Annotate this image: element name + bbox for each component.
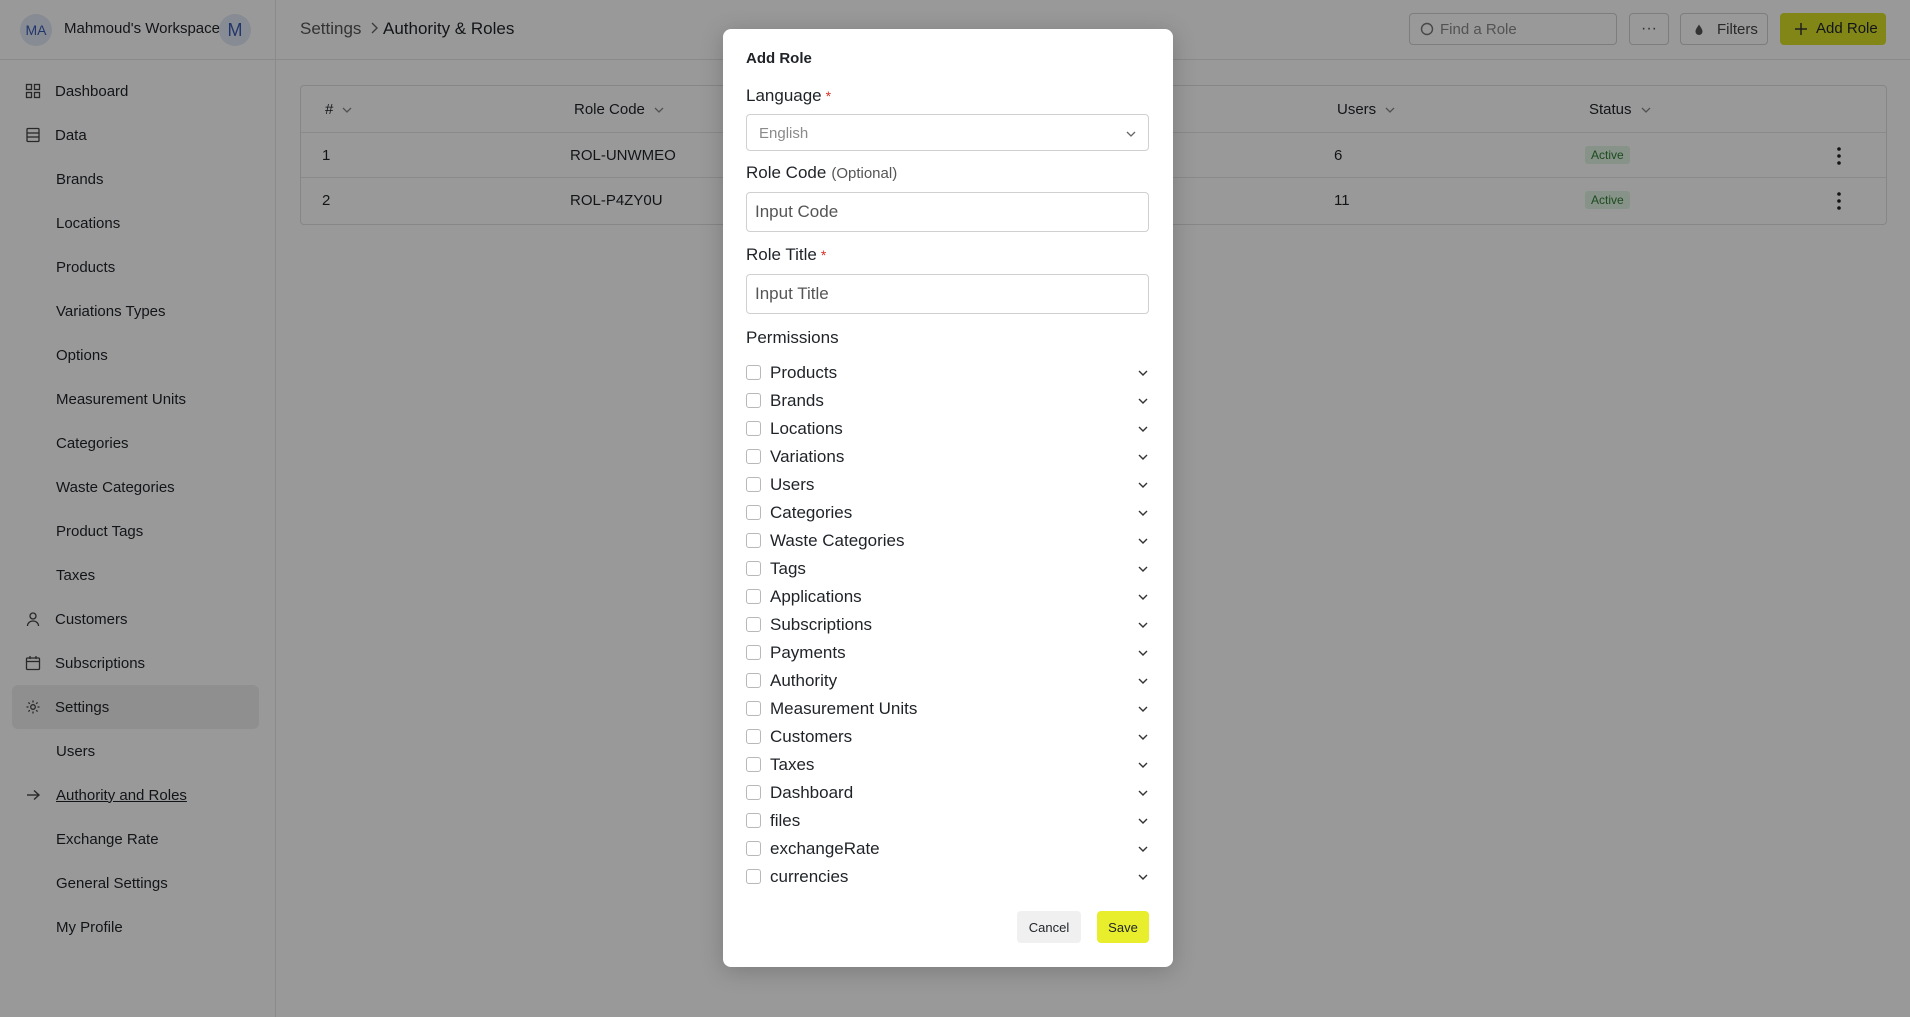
permission-label: Products (770, 363, 838, 382)
save-button[interactable]: Save (1097, 911, 1149, 943)
chevron-down-icon[interactable] (1137, 619, 1149, 631)
required-marker: * (820, 247, 827, 263)
permission-checkbox[interactable] (746, 561, 761, 576)
permission-label: Subscriptions (770, 615, 873, 634)
chevron-down-icon[interactable] (1137, 703, 1149, 715)
permission-checkbox[interactable] (746, 449, 761, 464)
language-select[interactable]: English (746, 114, 1149, 151)
role-title-label-text: Role Title (746, 245, 817, 264)
chevron-down-icon[interactable] (1137, 451, 1149, 463)
permission-checkbox[interactable] (746, 421, 761, 436)
required-marker: * (825, 88, 832, 104)
permission-label: exchangeRate (770, 839, 880, 858)
permission-label: Applications (770, 587, 862, 606)
role-code-label-text: Role Code (746, 163, 827, 182)
chevron-down-icon[interactable] (1137, 367, 1149, 379)
chevron-down-icon[interactable] (1137, 843, 1149, 855)
chevron-down-icon[interactable] (1137, 759, 1149, 771)
chevron-down-icon[interactable] (1137, 675, 1149, 687)
permission-checkbox[interactable] (746, 393, 761, 408)
permission-label: Users (770, 475, 815, 494)
permission-label: Locations (770, 419, 843, 438)
permission-row-variations[interactable]: Variations (746, 445, 1149, 469)
permission-row-applications[interactable]: Applications (746, 585, 1149, 609)
optional-marker: (Optional) (831, 165, 898, 182)
permission-checkbox[interactable] (746, 785, 761, 800)
permission-label: files (770, 811, 801, 830)
modal-title: Add Role (746, 50, 812, 67)
chevron-down-icon[interactable] (1137, 787, 1149, 799)
permission-row-authority[interactable]: Authority (746, 669, 1149, 693)
language-select-value: English (759, 125, 809, 142)
permission-row-files[interactable]: files (746, 809, 1149, 833)
permission-label: currencies (770, 867, 849, 886)
chevron-down-icon[interactable] (1137, 563, 1149, 575)
permission-label: Taxes (770, 755, 815, 774)
permission-checkbox[interactable] (746, 701, 761, 716)
chevron-down-icon[interactable] (1137, 535, 1149, 547)
permission-label: Dashboard (770, 783, 854, 802)
permission-row-taxes[interactable]: Taxes (746, 753, 1149, 777)
chevron-down-icon[interactable] (1137, 395, 1149, 407)
permission-checkbox[interactable] (746, 841, 761, 856)
permission-row-locations[interactable]: Locations (746, 417, 1149, 441)
permission-row-subscriptions[interactable]: Subscriptions (746, 613, 1149, 637)
permission-row-payments[interactable]: Payments (746, 641, 1149, 665)
cancel-button[interactable]: Cancel (1017, 911, 1081, 943)
permission-row-exchange-rate[interactable]: exchangeRate (746, 837, 1149, 861)
permission-checkbox[interactable] (746, 505, 761, 520)
chevron-down-icon[interactable] (1137, 647, 1149, 659)
permission-label: Customers (770, 727, 853, 746)
permission-checkbox[interactable] (746, 813, 761, 828)
permission-label: Payments (770, 643, 846, 662)
permission-label: Brands (770, 391, 824, 410)
permission-checkbox[interactable] (746, 645, 761, 660)
permission-row-tags[interactable]: Tags (746, 557, 1149, 581)
permission-label: Authority (770, 671, 838, 690)
role-code-input[interactable] (746, 192, 1149, 232)
permission-label: Variations (770, 447, 845, 466)
language-label: Language * (746, 86, 831, 106)
chevron-down-icon[interactable] (1137, 479, 1149, 491)
chevron-down-icon[interactable] (1137, 871, 1149, 883)
permissions-label: Permissions (746, 328, 839, 347)
chevron-down-icon[interactable] (1137, 423, 1149, 435)
chevron-down-icon[interactable] (1137, 815, 1149, 827)
permission-label: Measurement Units (770, 699, 918, 718)
permission-label: Tags (770, 559, 806, 578)
permission-row-dashboard[interactable]: Dashboard (746, 781, 1149, 805)
permission-row-categories[interactable]: Categories (746, 501, 1149, 525)
permission-checkbox[interactable] (746, 729, 761, 744)
language-label-text: Language (746, 86, 822, 105)
chevron-down-icon (1126, 131, 1136, 137)
chevron-down-icon[interactable] (1137, 591, 1149, 603)
permission-checkbox[interactable] (746, 589, 761, 604)
permission-row-brands[interactable]: Brands (746, 389, 1149, 413)
permission-row-users[interactable]: Users (746, 473, 1149, 497)
permission-row-measurement-units[interactable]: Measurement Units (746, 697, 1149, 721)
permission-checkbox[interactable] (746, 673, 761, 688)
permission-row-customers[interactable]: Customers (746, 725, 1149, 749)
permission-checkbox[interactable] (746, 365, 761, 380)
add-role-modal: Add Role Language * English Role Code (Opt… (723, 29, 1173, 967)
permission-checkbox[interactable] (746, 757, 761, 772)
permission-checkbox[interactable] (746, 617, 761, 632)
permission-checkbox[interactable] (746, 477, 761, 492)
permission-checkbox[interactable] (746, 869, 761, 884)
chevron-down-icon[interactable] (1137, 507, 1149, 519)
permission-checkbox[interactable] (746, 533, 761, 548)
permission-row-waste-categories[interactable]: Waste Categories (746, 529, 1149, 553)
permission-row-currencies[interactable]: currencies (746, 865, 1149, 889)
role-code-label: Role Code (Optional) (746, 163, 897, 183)
role-title-input[interactable] (746, 274, 1149, 314)
permission-label: Categories (770, 503, 853, 522)
permission-label: Waste Categories (770, 531, 905, 550)
role-title-label: Role Title * (746, 245, 826, 265)
chevron-down-icon[interactable] (1137, 731, 1149, 743)
permission-row-products[interactable]: Products (746, 361, 1149, 385)
